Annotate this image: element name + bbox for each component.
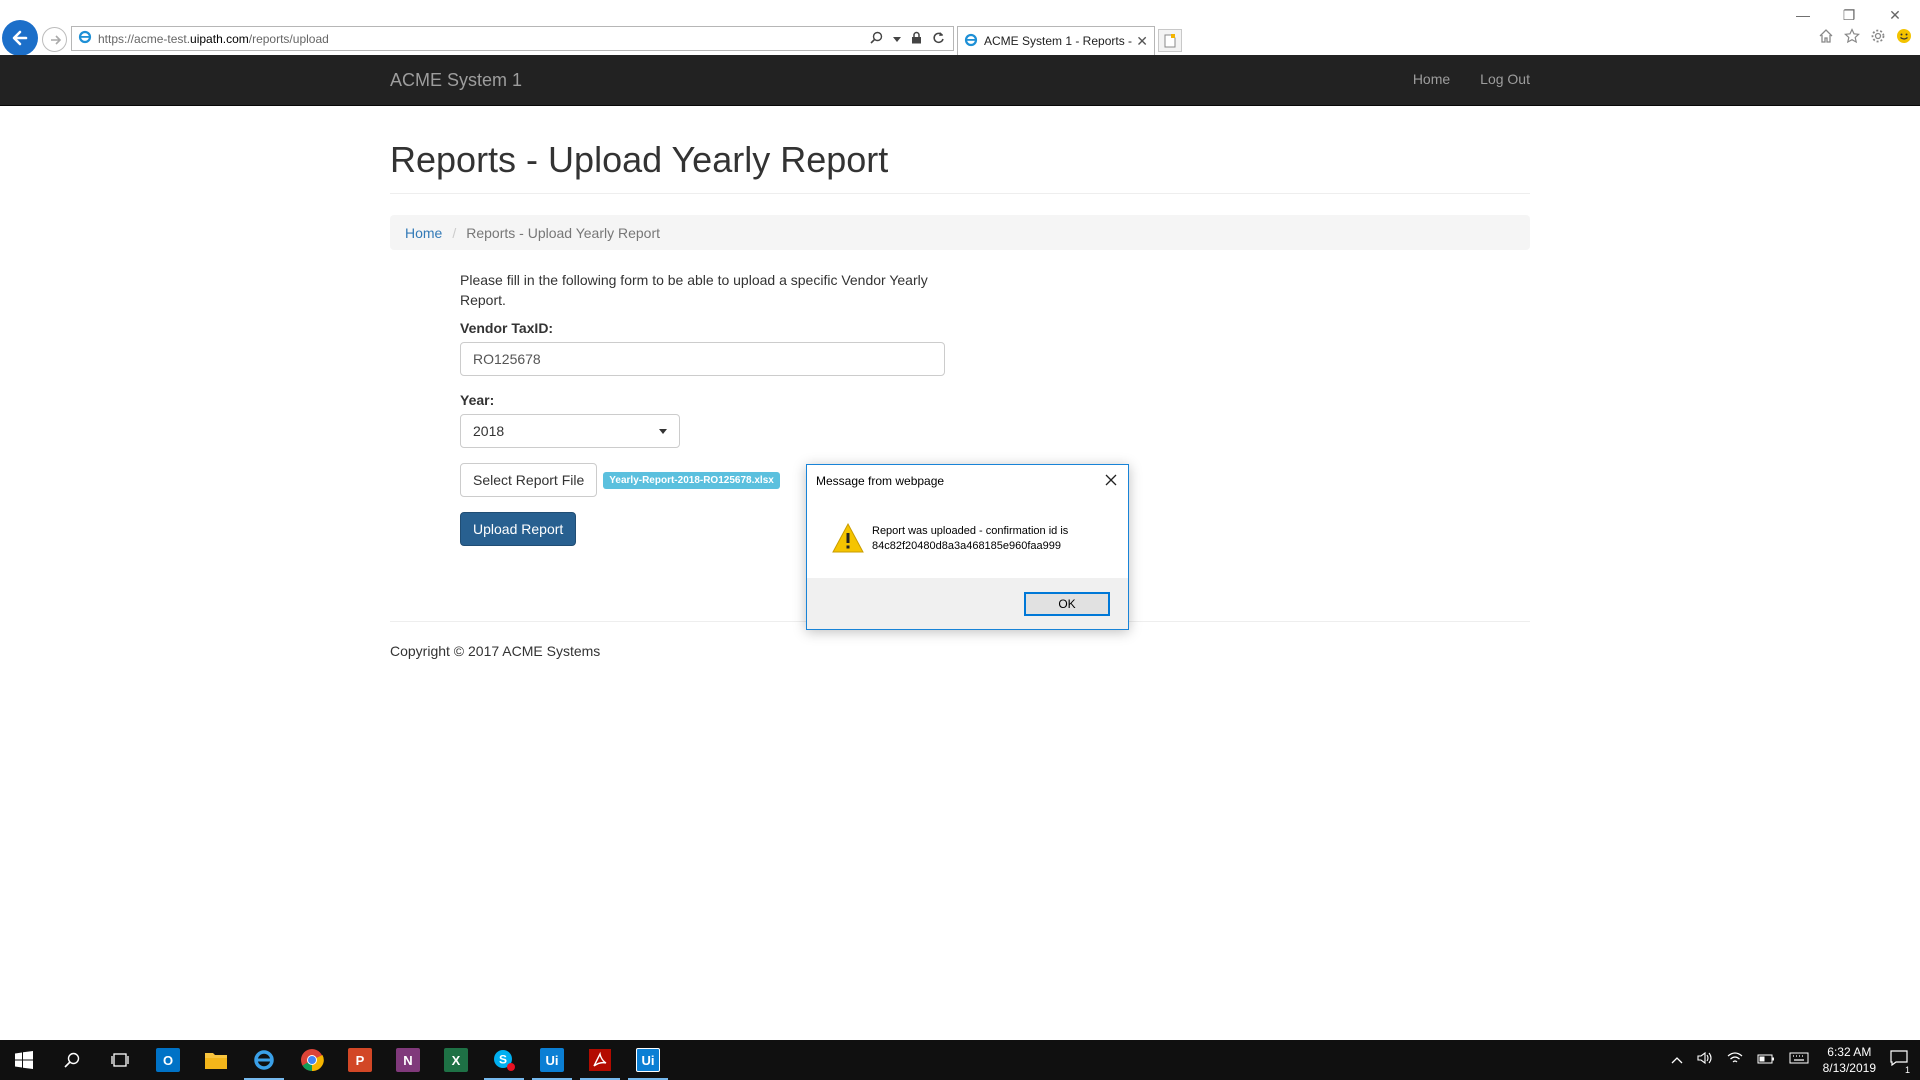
outlook-icon: O: [156, 1048, 180, 1072]
close-window-button[interactable]: ✕: [1872, 2, 1918, 28]
powerpoint-icon: P: [348, 1048, 372, 1072]
caret-down-icon: [659, 428, 667, 434]
top-navbar: ACME System 1 Home Log Out: [0, 55, 1920, 106]
action-center-icon[interactable]: 1: [1890, 1049, 1912, 1075]
folder-icon: [205, 1053, 227, 1069]
selected-file-badge: Yearly-Report-2018-RO125678.xlsx: [603, 471, 780, 489]
clock-time: 6:32 AM: [1827, 1045, 1872, 1059]
address-bar[interactable]: https://acme-test.uipath.com/reports/upl…: [71, 26, 954, 51]
new-tab-icon: [1164, 33, 1176, 47]
ie-tab-icon: [964, 33, 978, 50]
restore-button[interactable]: ❐: [1826, 2, 1872, 28]
uipath-icon: Ui: [540, 1048, 564, 1072]
breadcrumb-current: Reports - Upload Yearly Report: [466, 224, 661, 241]
footer-copyright: Copyright © 2017 ACME Systems: [390, 643, 601, 659]
breadcrumb: Home / Reports - Upload Yearly Report: [390, 215, 1530, 250]
year-select[interactable]: 2018: [460, 414, 680, 448]
back-button[interactable]: [2, 20, 38, 56]
minimize-button[interactable]: —: [1780, 2, 1826, 28]
browser-chrome: https://acme-test.uipath.com/reports/upl…: [0, 0, 1920, 56]
task-view-button[interactable]: [96, 1040, 144, 1080]
skype-icon: S: [494, 1050, 515, 1071]
warning-icon: [831, 522, 865, 559]
refresh-icon[interactable]: [932, 31, 945, 47]
dialog-button-bar: OK: [807, 578, 1128, 629]
upload-report-button[interactable]: Upload Report: [460, 512, 577, 546]
clock-date: 8/13/2019: [1822, 1061, 1876, 1075]
chrome-icon: [301, 1049, 324, 1072]
arrow-left-icon: [12, 30, 28, 46]
taskbar-chrome[interactable]: [288, 1040, 336, 1080]
dialog-message: Report was uploaded - confirmation id is…: [872, 524, 1112, 554]
vendor-taxid-label: Vendor TaxID:: [460, 320, 554, 336]
home-icon[interactable]: [1818, 28, 1834, 49]
tab-close-icon[interactable]: ✕: [1136, 33, 1148, 50]
taskbar-clock[interactable]: 6:32 AM 8/13/2019: [1823, 1044, 1876, 1076]
uipath-robot-icon: Ui: [636, 1048, 660, 1072]
ie-page-icon: [78, 30, 92, 47]
taskbar-file-explorer[interactable]: [192, 1040, 240, 1080]
keyboard-icon[interactable]: [1789, 1051, 1809, 1069]
dropdown-arrow-icon[interactable]: [893, 32, 901, 46]
arrow-right-icon: [50, 34, 61, 45]
new-tab-button[interactable]: [1158, 29, 1182, 52]
chevron-up-icon[interactable]: [1671, 1051, 1683, 1069]
acrobat-icon: [589, 1049, 611, 1071]
title-divider: [390, 193, 1530, 194]
taskbar-powerpoint[interactable]: P: [336, 1040, 384, 1080]
smiley-feedback-icon[interactable]: [1896, 28, 1912, 49]
internet-explorer-icon: [254, 1050, 274, 1070]
browser-tab[interactable]: ACME System 1 - Reports - ... ✕: [957, 26, 1155, 55]
taskbar-uipath-robot[interactable]: Ui: [624, 1040, 672, 1080]
dialog-message-line2: 84c82f20480d8a3a468185e960faa999: [872, 540, 1062, 552]
windows-logo-icon: [15, 1051, 33, 1069]
taskbar-uipath-studio[interactable]: Ui: [528, 1040, 576, 1080]
breadcrumb-separator: /: [452, 224, 457, 241]
nav-link-home[interactable]: Home: [1413, 71, 1450, 87]
message-dialog: Message from webpage Report was uploaded…: [806, 464, 1129, 630]
page-title: Reports - Upload Yearly Report: [390, 139, 889, 180]
navbar-brand[interactable]: ACME System 1: [390, 69, 522, 91]
onenote-icon: N: [396, 1048, 420, 1072]
start-button[interactable]: [0, 1040, 48, 1080]
taskbar-internet-explorer[interactable]: [240, 1040, 288, 1080]
tab-title: ACME System 1 - Reports - ...: [984, 34, 1137, 48]
form-intro: Please fill in the following form to be …: [460, 272, 928, 308]
windows-taskbar: O P N X S Ui Ui 6:32 AM 8/13/2019 1: [0, 1040, 1920, 1080]
taskbar-skype[interactable]: S: [480, 1040, 528, 1080]
taskbar-outlook[interactable]: O: [144, 1040, 192, 1080]
breadcrumb-home[interactable]: Home: [405, 225, 442, 241]
dialog-ok-button[interactable]: OK: [1024, 592, 1110, 616]
year-select-value: 2018: [473, 423, 505, 439]
svg-text:S: S: [499, 1053, 507, 1067]
lock-icon[interactable]: [911, 31, 922, 47]
taskbar-acrobat[interactable]: [576, 1040, 624, 1080]
gear-icon[interactable]: [1870, 28, 1886, 49]
year-label: Year:: [460, 392, 495, 408]
dialog-message-line1: Report was uploaded - confirmation id is: [872, 525, 1069, 537]
taskbar-search[interactable]: [48, 1040, 96, 1080]
vendor-taxid-input[interactable]: [460, 342, 945, 376]
wifi-icon[interactable]: [1727, 1051, 1743, 1070]
search-icon: [64, 1052, 80, 1068]
battery-icon[interactable]: [1757, 1051, 1775, 1069]
search-icon[interactable]: [870, 31, 883, 47]
volume-icon[interactable]: [1697, 1051, 1713, 1070]
favorites-star-icon[interactable]: [1844, 28, 1860, 49]
forward-button[interactable]: [42, 27, 67, 52]
dialog-close-icon[interactable]: [1102, 471, 1120, 489]
url-text: https://acme-test.uipath.com/reports/upl…: [98, 31, 329, 46]
select-report-file-button[interactable]: Select Report File: [460, 463, 598, 497]
system-tray: 6:32 AM 8/13/2019 1: [1671, 1040, 1920, 1080]
taskbar-excel[interactable]: X: [432, 1040, 480, 1080]
excel-icon: X: [444, 1048, 468, 1072]
nav-link-logout[interactable]: Log Out: [1480, 71, 1530, 87]
notification-count: 1: [1902, 1064, 1912, 1075]
taskbar-onenote[interactable]: N: [384, 1040, 432, 1080]
dialog-title: Message from webpage: [816, 474, 945, 488]
task-view-icon: [111, 1053, 129, 1067]
